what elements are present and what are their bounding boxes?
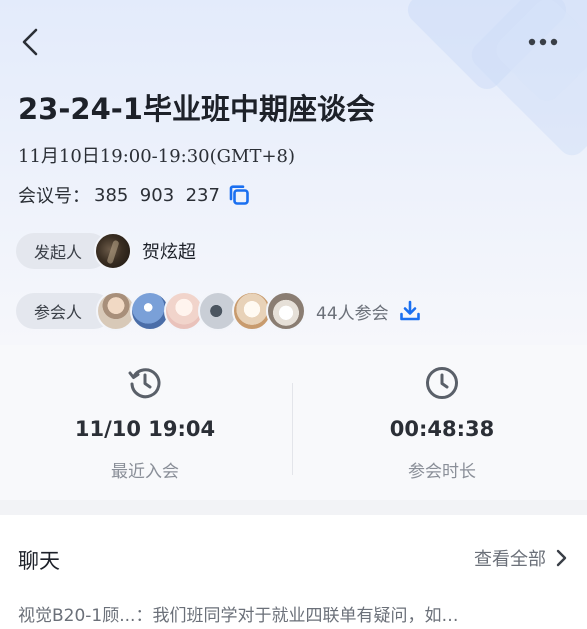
meeting-title: 23-24-1毕业班中期座谈会 [18,92,375,126]
see-all-button[interactable]: 查看全部 [474,545,567,571]
avatar [266,291,307,331]
meeting-time: 11月10日19:00-19:30(GMT+8) [18,146,296,167]
duration-stat: 00:48:38 参会时长 [297,345,587,500]
back-button[interactable] [12,24,48,60]
meeting-detail-page: 23-24-1毕业班中期座谈会 11月10日19:00-19:30(GMT+8)… [0,0,587,629]
duration-caption: 参会时长 [408,462,476,482]
host-row: 发起人 贺炫超 [16,231,196,271]
more-dots-icon [528,38,558,46]
chevron-left-icon [22,28,38,56]
download-icon [399,300,420,321]
participant-avatars[interactable] [96,291,307,331]
download-participants-button[interactable] [399,300,421,322]
chat-title: 聊天 [18,549,60,573]
host-avatar[interactable] [94,232,133,270]
chat-section: 聊天 查看全部 视觉B20-1顾...：我们班同学对于就业四联单有疑问，如… [0,515,587,629]
host-name: 贺炫超 [142,242,197,263]
more-options-button[interactable] [523,26,563,58]
see-all-label: 查看全部 [474,549,546,570]
meeting-id-value: 385 903 237 [94,184,220,206]
copy-button[interactable] [228,184,250,206]
attendance-stats: 11/10 19:04 最近入会 00:48:38 参会时长 [0,345,587,500]
last-join-stat: 11/10 19:04 最近入会 [0,345,290,500]
last-join-value: 11/10 19:04 [74,417,216,441]
history-icon [127,365,163,405]
divider [292,383,293,475]
meeting-id-label: 会议号： [18,186,90,207]
chevron-right-icon [556,549,567,567]
meeting-id-row: 会议号： 385 903 237 [18,182,250,208]
top-bar [0,20,587,66]
participants-row[interactable]: 参会人 44人参会 [16,290,421,332]
copy-icon [229,185,249,205]
participant-count: 44人参会 [316,303,389,324]
last-join-caption: 最近入会 [111,462,179,482]
chat-preview-message[interactable]: 视觉B20-1顾...：我们班同学对于就业四联单有疑问，如… [18,601,573,626]
clock-icon [424,365,460,405]
duration-value: 00:48:38 [389,417,495,441]
